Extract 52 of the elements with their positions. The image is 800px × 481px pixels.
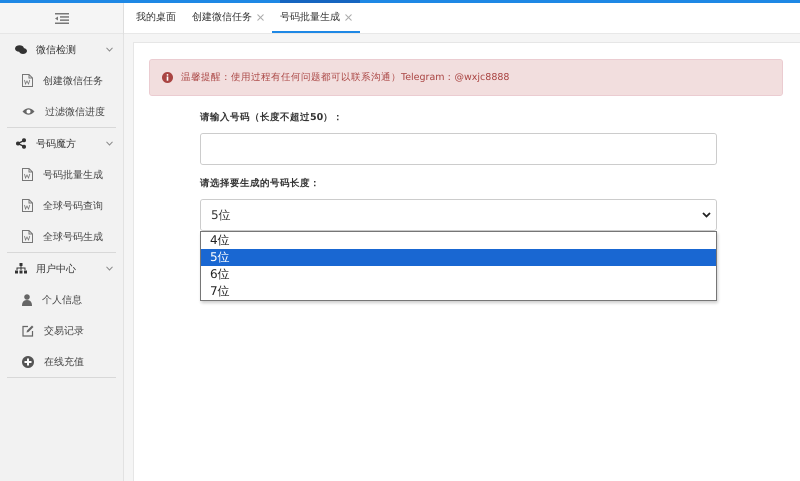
menu-group-label: 用户中心	[36, 262, 77, 276]
share-icon	[15, 138, 27, 149]
field-label: 请选择要生成的号码长度：	[200, 177, 321, 190]
menu-item[interactable]: 全球号码生成	[7, 221, 116, 252]
document-icon	[22, 230, 33, 243]
menu-item[interactable]: 创建微信任务	[7, 65, 116, 96]
info-icon	[162, 72, 173, 83]
chat-bubbles-icon	[15, 44, 27, 54]
menu-item-label: 过滤微信进度	[45, 106, 105, 118]
menu-item-label: 交易记录	[44, 324, 84, 338]
eye-icon	[22, 107, 35, 116]
document-icon	[22, 199, 33, 212]
document-icon	[22, 74, 33, 87]
document-icon	[22, 168, 33, 181]
menu-item-label: 个人信息	[42, 294, 82, 306]
menu-icon[interactable]	[54, 12, 68, 24]
menu-item-label: 全球号码查询	[43, 200, 103, 212]
menu-group[interactable]: 号码魔方	[7, 128, 116, 159]
close-icon[interactable]	[345, 14, 352, 20]
menu-item-label: 创建微信任务	[43, 74, 103, 88]
menu-item[interactable]: 号码批量生成	[7, 159, 116, 190]
dropdown-option[interactable]: 6位	[201, 266, 716, 283]
plus-circle-icon	[22, 356, 34, 368]
menu-group-label: 微信检测	[36, 44, 77, 56]
chevron-icon	[702, 212, 711, 218]
tab-label: 号码批量生成	[280, 10, 340, 24]
menu-item[interactable]: 交易记录	[7, 315, 116, 346]
menu-group[interactable]: 用户中心	[7, 253, 116, 284]
sitemap-icon	[15, 263, 27, 274]
menu-group-label: 号码魔方	[36, 138, 77, 150]
tab[interactable]: 创建微信任务	[184, 3, 272, 33]
tab-label: 我的桌面	[136, 10, 176, 24]
field-label: 请输入号码（长度不超过50）：	[200, 111, 344, 124]
menu-item-label: 号码批量生成	[43, 168, 103, 182]
tab-label: 创建微信任务	[192, 10, 252, 24]
menu-item[interactable]: 过滤微信进度	[7, 96, 116, 127]
menu-item[interactable]: 全球号码查询	[7, 190, 116, 221]
menu-item[interactable]: 个人信息	[7, 284, 116, 315]
user-icon	[22, 294, 32, 306]
edit-icon	[22, 324, 34, 336]
dropdown-option[interactable]: 7位	[201, 283, 716, 300]
menu-item-label: 在线充值	[44, 356, 84, 368]
alert-text: 温馨提醒：使用过程有任何问题都可以联系沟通）Telegram：@wxjc8888	[181, 71, 510, 84]
menu-group[interactable]: 微信检测	[7, 34, 116, 65]
menu-item-label: 全球号码生成	[43, 230, 103, 244]
tab[interactable]: 我的桌面	[128, 3, 184, 33]
close-icon[interactable]	[257, 14, 264, 20]
menu-item[interactable]: 在线充值	[7, 346, 116, 377]
length-select[interactable]: 5位	[200, 199, 717, 231]
dropdown-option[interactable]: 5位	[201, 249, 716, 266]
dropdown-option[interactable]: 4位	[201, 232, 716, 249]
number-input-field[interactable]	[200, 133, 717, 165]
